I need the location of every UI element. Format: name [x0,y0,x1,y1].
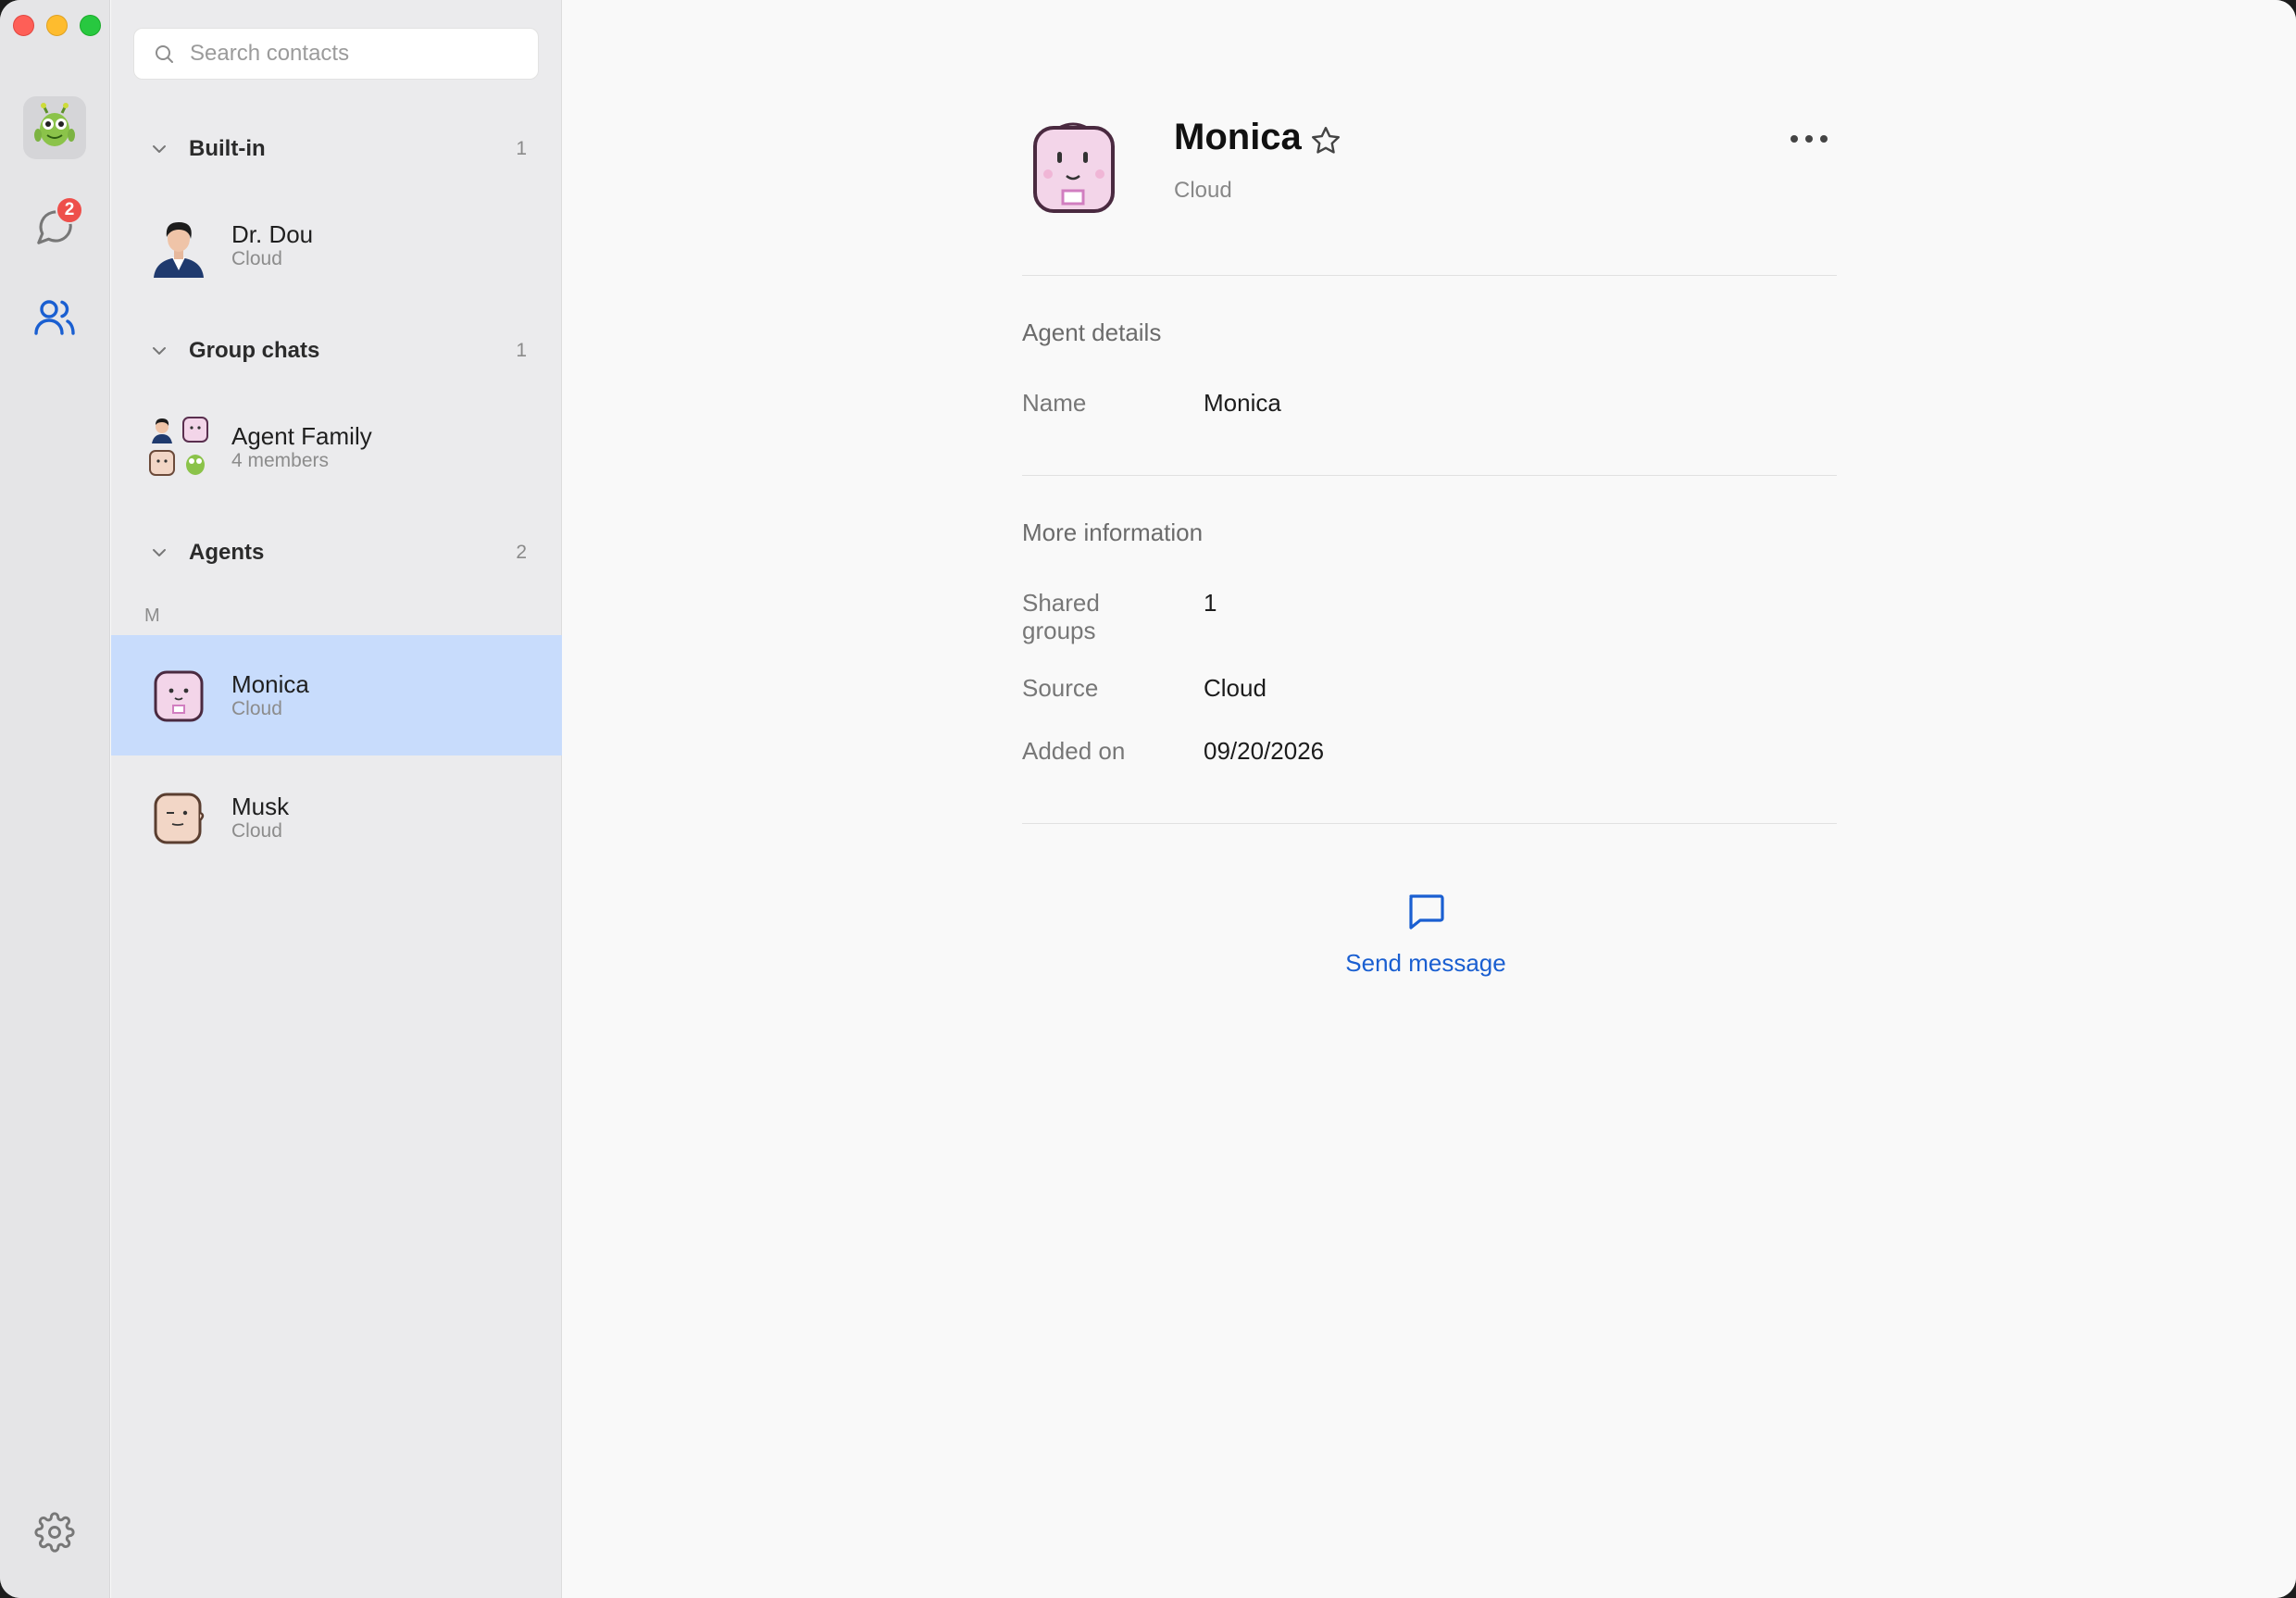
name-value: Monica [1204,389,1281,417]
contact-source: Cloud [231,698,282,719]
message-icon [1409,894,1444,930]
more-information-heading: More information [1022,518,1204,546]
contact-name: Monica [231,670,309,698]
agent-details-heading: Agent details [1022,318,1162,346]
window-controls [13,15,101,36]
section-group-chats-header[interactable]: Group chats 1 [111,323,562,379]
shared-groups-label: Shared groups [1022,589,1100,644]
maximize-window-button[interactable] [80,15,101,36]
contacts-nav-button[interactable] [28,290,81,343]
search-input[interactable] [190,41,523,67]
contacts-icon [34,300,75,335]
send-message-label: Send message [1345,949,1506,977]
chats-nav-button[interactable]: 2 [28,196,83,254]
chevron-down-icon [153,549,166,556]
source-value: Cloud [1204,674,1267,702]
app-window: 2 Built-in 1 [0,0,2296,1598]
contact-name: Musk [231,793,290,820]
section-count: 1 [516,340,527,361]
chevron-down-icon [153,347,166,355]
user-avatar[interactable] [23,96,86,159]
search-icon [156,45,173,63]
profile-name: Monica [1174,117,1302,157]
contact-name: Dr. Dou [231,220,314,248]
monica-avatar [154,670,204,722]
search-box[interactable] [133,28,539,80]
added-on-value: 09/20/2026 [1204,737,1325,765]
added-on-label: Added on [1022,737,1126,765]
profile-source: Cloud [1174,178,1232,203]
favorite-star-button[interactable] [1309,124,1342,157]
gear-icon [34,1512,75,1553]
section-count: 1 [516,138,527,159]
divider [1022,823,1837,824]
contact-detail-pane [563,0,2296,1598]
section-title: Agents [189,540,265,565]
robot-avatar-icon [34,103,75,146]
contact-source: Cloud [231,820,282,842]
dr-dou-avatar [146,213,211,278]
group-avatar [146,415,211,480]
contact-item-agent-family[interactable]: Agent Family 4 members [111,387,562,507]
settings-nav-button[interactable] [28,1505,81,1559]
source-label: Source [1022,674,1099,702]
section-title: Group chats [189,338,320,363]
musk-avatar [154,793,205,844]
section-count: 2 [516,542,527,563]
contact-list-panel: Built-in 1 Dr. Dou Cloud Group chats 1 [111,0,562,1598]
profile-avatar [1033,122,1115,213]
minimize-window-button[interactable] [46,15,68,36]
shared-groups-value: 1 [1204,589,1217,617]
divider [1022,475,1837,476]
unread-badge: 2 [56,196,83,224]
contact-member-count: 4 members [231,450,330,471]
send-message-button[interactable]: Send message [1333,889,1518,978]
contact-item-monica[interactable]: Monica Cloud [111,635,562,755]
divider [1022,275,1837,276]
icon-rail: 2 [0,0,110,1598]
chevron-down-icon [153,145,166,153]
section-builtin-header[interactable]: Built-in 1 [111,121,562,177]
close-window-button[interactable] [13,15,34,36]
section-agents-header[interactable]: Agents 2 [111,525,562,581]
contact-source: Cloud [231,248,282,269]
index-letter: M [144,605,160,626]
contact-item-dr-dou[interactable]: Dr. Dou Cloud [111,185,562,306]
section-title: Built-in [189,136,266,161]
contact-item-musk[interactable]: Musk Cloud [111,757,562,878]
contact-name: Agent Family [231,422,372,450]
name-label: Name [1022,389,1087,417]
more-options-button[interactable] [1787,130,1831,148]
